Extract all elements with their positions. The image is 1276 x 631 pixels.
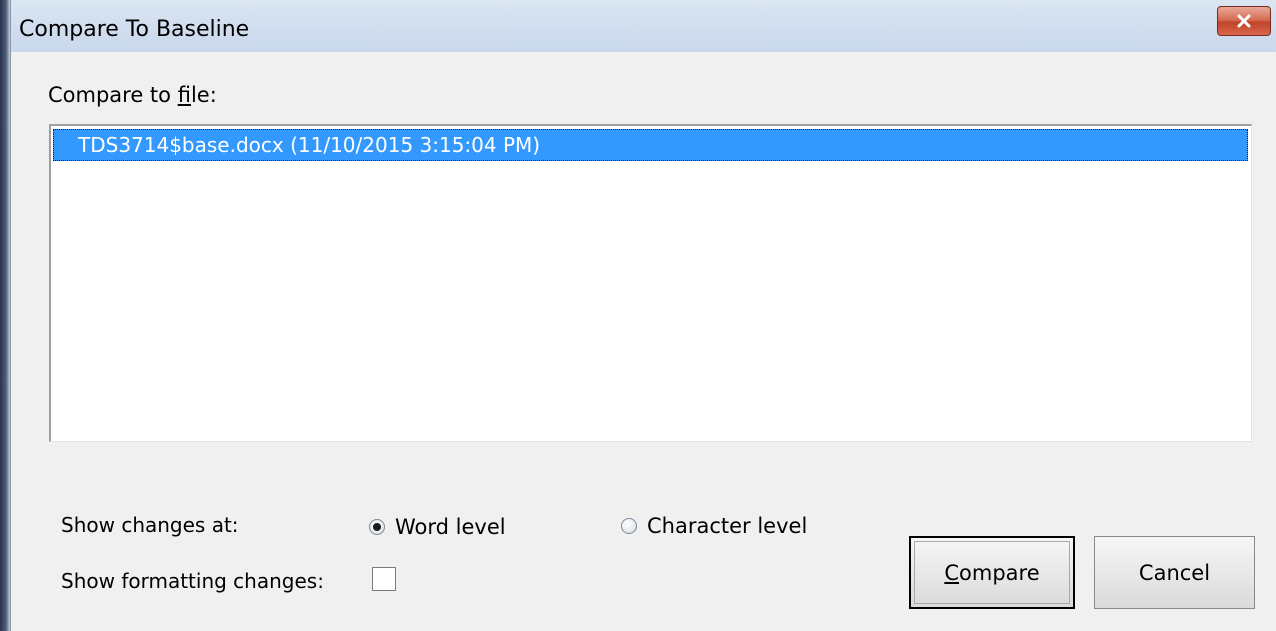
compare-button[interactable]: Compare	[909, 536, 1075, 609]
file-listbox[interactable]: TDS3714$base.docx (11/10/2015 3:15:04 PM…	[49, 124, 1252, 442]
desktop-background	[0, 0, 10, 631]
show-formatting-label: Show formatting changes:	[61, 569, 324, 593]
client-area	[11, 52, 1276, 74]
window-title: Compare To Baseline	[19, 17, 250, 42]
word-level-label[interactable]: Word level	[395, 512, 506, 542]
character-level-radio[interactable]: Character level	[621, 511, 807, 541]
dialog-window: Compare To Baseline Compare to file: TDS…	[10, 0, 1276, 631]
close-button[interactable]	[1217, 6, 1271, 36]
list-item[interactable]: TDS3714$base.docx (11/10/2015 3:15:04 PM…	[53, 129, 1248, 161]
label-prefix: Compare to	[48, 83, 178, 107]
radio-button[interactable]	[621, 518, 637, 534]
cancel-button[interactable]: Cancel	[1094, 536, 1255, 609]
radio-selected-dot	[373, 523, 381, 531]
compare-to-file-label: Compare to file:	[48, 80, 217, 110]
label-mnemonic: f	[177, 83, 191, 107]
compare-label: ompare	[959, 560, 1040, 585]
show-formatting-checkbox[interactable]	[372, 567, 396, 591]
character-level-label[interactable]: Character level	[647, 511, 807, 541]
radio-button[interactable]	[369, 519, 385, 535]
show-changes-label: Show changes at:	[61, 513, 239, 537]
close-icon	[1237, 14, 1251, 28]
word-level-radio[interactable]: Word level	[369, 512, 506, 542]
compare-mnemonic: C	[944, 560, 960, 585]
label-suffix: ile:	[190, 83, 217, 107]
